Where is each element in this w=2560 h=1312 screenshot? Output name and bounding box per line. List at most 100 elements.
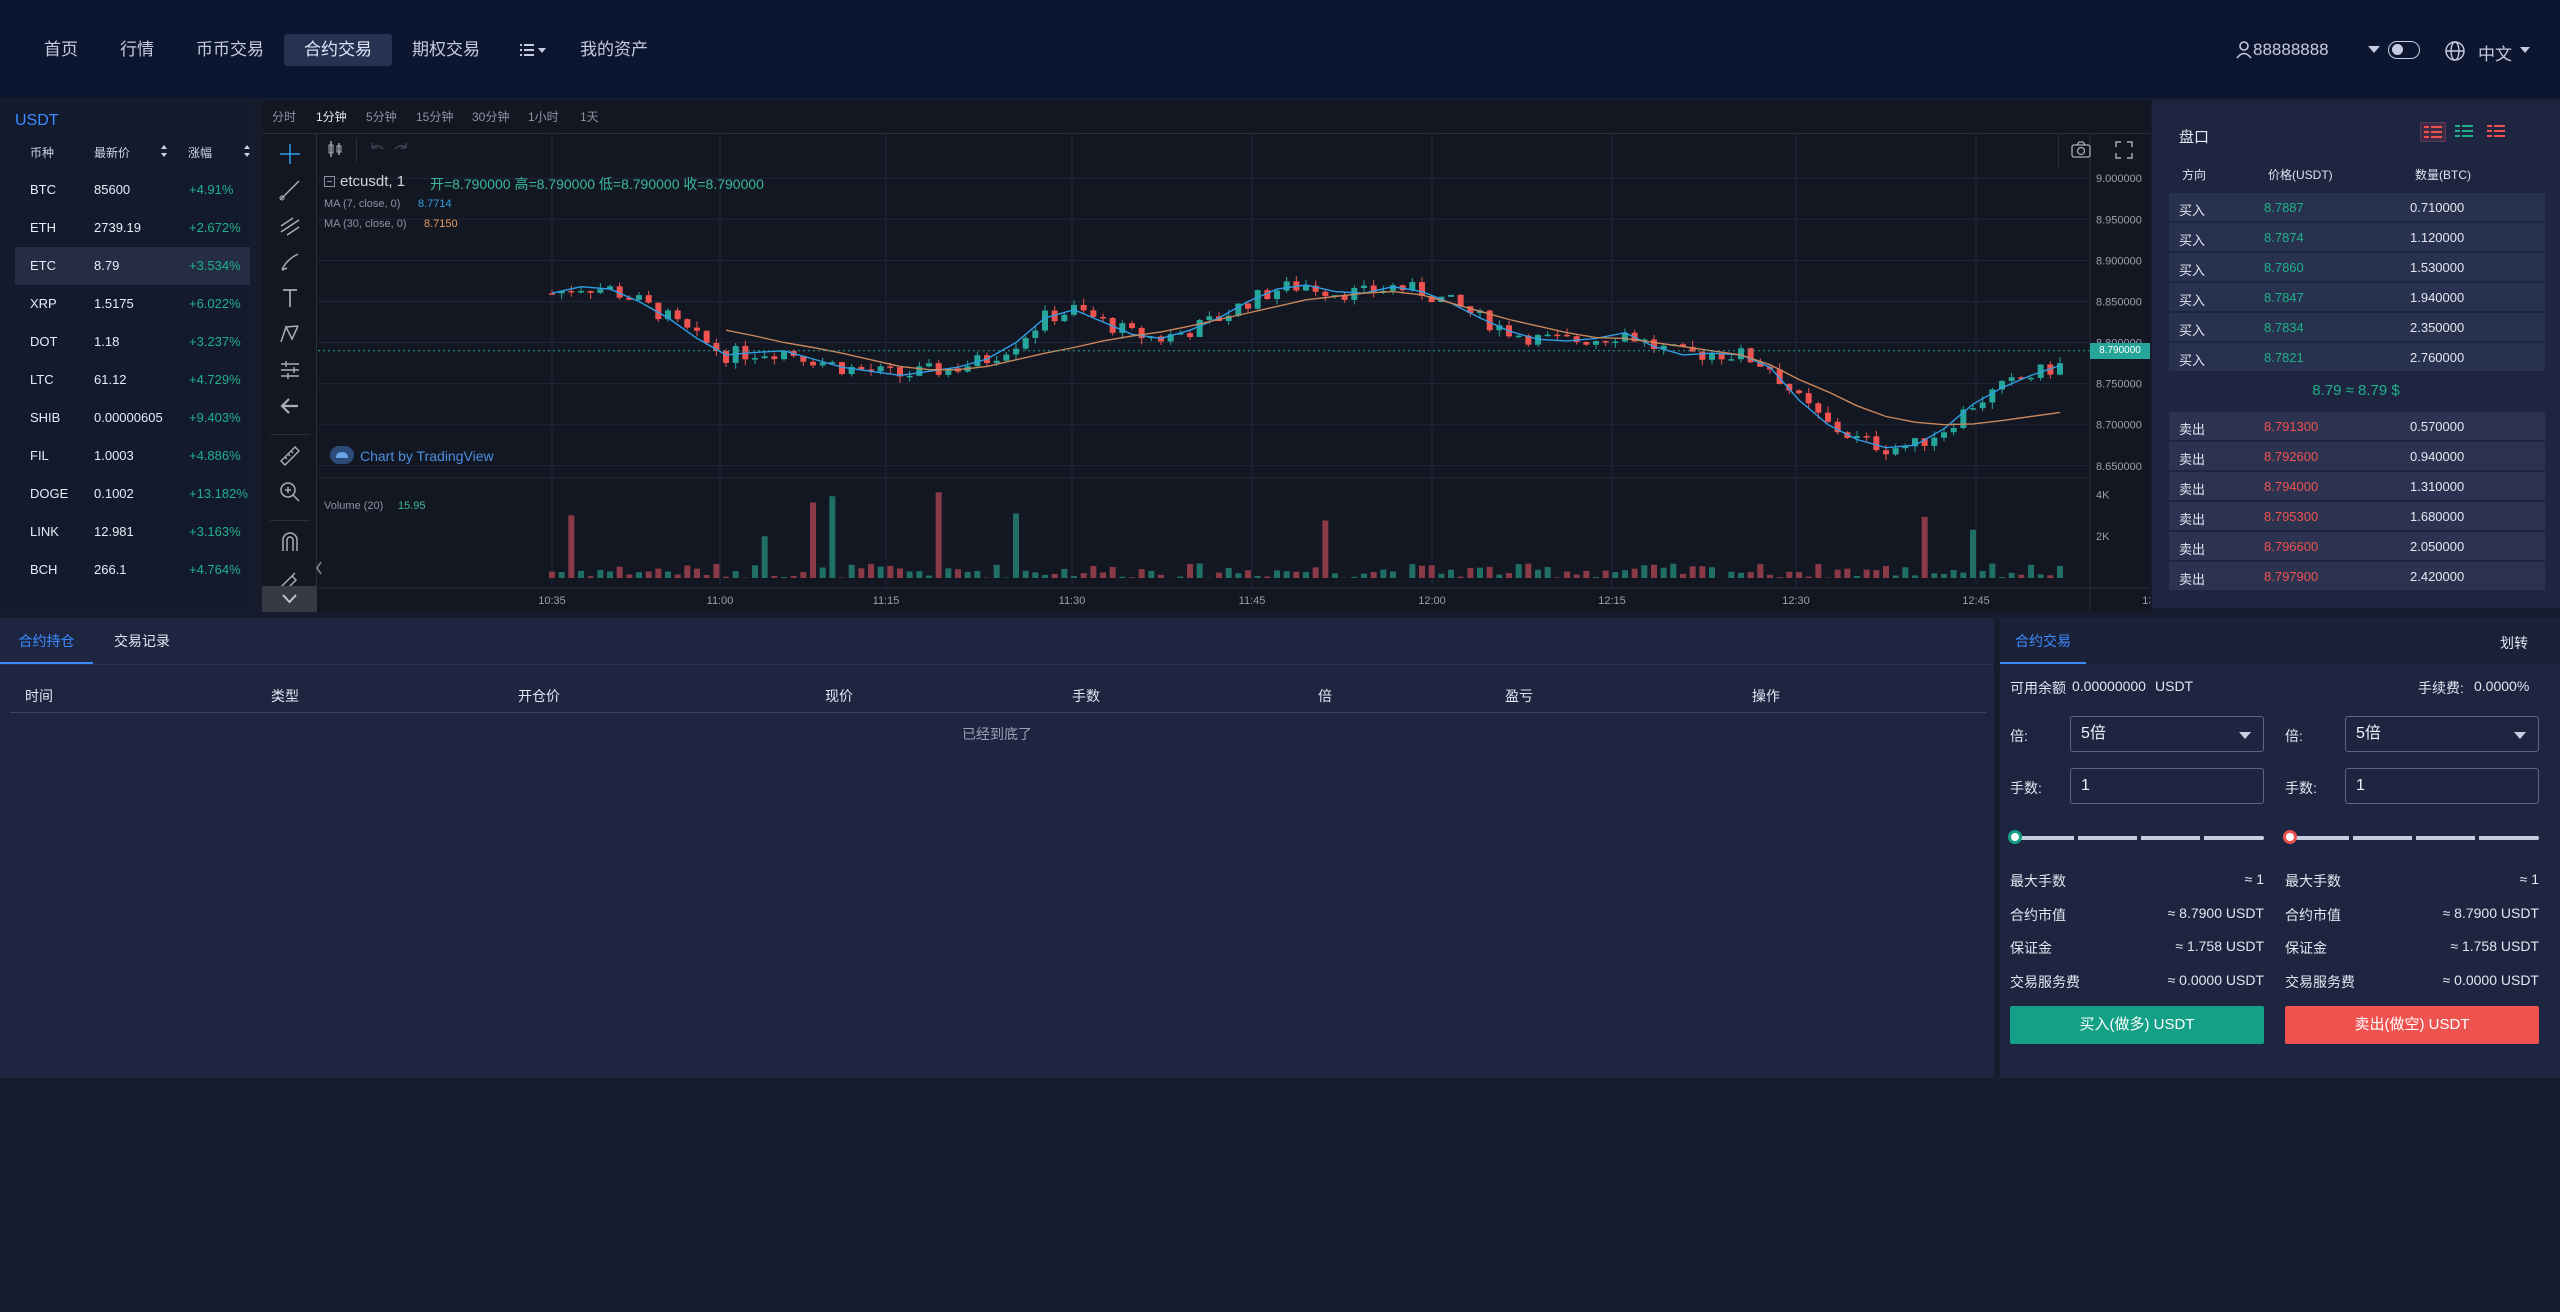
- sell-lots-slider[interactable]: [2283, 830, 2539, 844]
- crosshair-icon[interactable]: [278, 142, 302, 166]
- market-row-bch[interactable]: BCH 266.1 +4.764%: [15, 551, 250, 589]
- volume-bar: [935, 492, 942, 578]
- language-caret-icon[interactable]: [2520, 47, 2530, 53]
- market-row-doge[interactable]: DOGE 0.1002 +13.182%: [15, 475, 250, 513]
- book-sell-row[interactable]: 卖出 8.794000 1.310000: [2169, 472, 2545, 500]
- volume-bar: [1274, 570, 1280, 578]
- market-row-shib[interactable]: SHIB 0.00000605 +9.403%: [15, 399, 250, 437]
- timeframe-0[interactable]: 分时: [272, 108, 296, 125]
- chart-type-icon[interactable]: [324, 138, 346, 160]
- buy-lots-slider[interactable]: [2008, 830, 2264, 844]
- brush-icon[interactable]: [278, 250, 302, 274]
- list-menu-icon[interactable]: [518, 40, 552, 60]
- candle-body: [1892, 448, 1899, 455]
- tradingview-watermark[interactable]: Chart by TradingView: [360, 448, 494, 464]
- undo-icon[interactable]: [368, 140, 386, 163]
- magnet-icon[interactable]: [278, 530, 302, 554]
- sort-change-icon[interactable]: [243, 144, 251, 163]
- market-row-dot[interactable]: DOT 1.18 +3.237%: [15, 323, 250, 361]
- volume-bar: [1080, 573, 1087, 578]
- legend-collapse-icon[interactable]: [324, 176, 335, 187]
- buy-slider-handle[interactable]: [2008, 830, 2022, 844]
- timeframe-1[interactable]: 1分钟: [316, 108, 347, 125]
- tab-positions[interactable]: 合约持仓: [0, 626, 93, 664]
- transfer-link[interactable]: 划转: [2500, 633, 2528, 653]
- sell-leverage-value: 5倍: [2356, 725, 2381, 742]
- timeframe-2[interactable]: 5分钟: [366, 108, 397, 125]
- market-quote-title[interactable]: USDT: [15, 112, 59, 130]
- market-header-change[interactable]: 涨幅: [188, 144, 212, 161]
- book-buy-row[interactable]: 买入 8.7821 2.760000: [2169, 343, 2545, 371]
- timeframe-3[interactable]: 15分钟: [416, 108, 453, 125]
- nav-contract[interactable]: 合约交易: [284, 34, 392, 66]
- nav-options[interactable]: 期权交易: [392, 34, 500, 66]
- book-view-sell-icon[interactable]: [2484, 122, 2510, 142]
- market-row-etc[interactable]: ETC 8.79 +3.534%: [15, 247, 250, 285]
- market-row-eth[interactable]: ETH 2739.19 +2.672%: [15, 209, 250, 247]
- buy-long-button[interactable]: 买入(做多) USDT: [2010, 1006, 2264, 1044]
- book-view-both-icon[interactable]: [2420, 122, 2446, 142]
- tab-trade-history[interactable]: 交易记录: [96, 626, 188, 664]
- trend-line-icon[interactable]: [278, 178, 302, 202]
- back-arrow-icon[interactable]: [278, 394, 302, 418]
- tab-contract-trade[interactable]: 合约交易: [2000, 626, 2086, 664]
- sell-lots-input[interactable]: 1: [2345, 768, 2539, 804]
- redo-icon[interactable]: [392, 140, 410, 163]
- market-row-xrp[interactable]: XRP 1.5175 +6.022%: [15, 285, 250, 323]
- book-buy-row[interactable]: 买入 8.7874 1.120000: [2169, 223, 2545, 251]
- user-id[interactable]: 88888888: [2253, 40, 2329, 60]
- legend-volume: Volume (20): [324, 500, 384, 512]
- volume-bar: [1312, 567, 1319, 578]
- price-chart[interactable]: 9.0000008.9500008.9000008.8500008.800000…: [318, 134, 2150, 612]
- text-tool-icon[interactable]: [278, 286, 302, 310]
- market-row-btc[interactable]: BTC 85600 +4.91%: [15, 171, 250, 209]
- nav-spot[interactable]: 币币交易: [176, 34, 284, 66]
- nav-market[interactable]: 行情: [100, 34, 174, 66]
- sell-leverage-select[interactable]: 5倍: [2345, 716, 2539, 752]
- globe-icon[interactable]: [2444, 40, 2466, 62]
- sell-short-button[interactable]: 卖出(做空) USDT: [2285, 1006, 2539, 1044]
- market-row-link[interactable]: LINK 12.981 +3.163%: [15, 513, 250, 551]
- book-sell-row[interactable]: 卖出 8.792600 0.940000: [2169, 442, 2545, 470]
- book-sell-row[interactable]: 卖出 8.791300 0.570000: [2169, 412, 2545, 440]
- buy-lots-input[interactable]: 1: [2070, 768, 2264, 804]
- volume-bar: [1709, 567, 1715, 578]
- volume-bar: [1457, 576, 1464, 578]
- screenshot-icon[interactable]: [2070, 140, 2092, 165]
- buy-leverage-select[interactable]: 5倍: [2070, 716, 2264, 752]
- user-dropdown-icon[interactable]: [2368, 46, 2380, 53]
- fullscreen-icon[interactable]: [2114, 140, 2134, 165]
- sell-slider-handle[interactable]: [2283, 830, 2297, 844]
- book-buy-row[interactable]: 买入 8.7834 2.350000: [2169, 313, 2545, 341]
- market-row-ltc[interactable]: LTC 61.12 +4.729%: [15, 361, 250, 399]
- volume-bar: [887, 565, 894, 578]
- book-buy-row[interactable]: 买入 8.7847 1.940000: [2169, 283, 2545, 311]
- volume-bar: [868, 563, 874, 578]
- market-row-fil[interactable]: FIL 1.0003 +4.886%: [15, 437, 250, 475]
- theme-toggle[interactable]: [2388, 41, 2420, 59]
- fib-tool-icon[interactable]: [278, 214, 302, 238]
- timeframe-5[interactable]: 1小时: [528, 108, 559, 125]
- nav-home[interactable]: 首页: [24, 34, 98, 66]
- pattern-tool-icon[interactable]: [278, 322, 302, 346]
- measure-tool-icon[interactable]: [278, 358, 302, 382]
- sort-price-icon[interactable]: [160, 144, 168, 163]
- ruler-icon[interactable]: [278, 444, 302, 468]
- market-header-price[interactable]: 最新价: [94, 144, 130, 161]
- book-qty: 2.760000: [2410, 350, 2465, 365]
- book-buy-row[interactable]: 买入 8.7887 0.710000: [2169, 193, 2545, 221]
- book-qty: 1.680000: [2410, 509, 2465, 524]
- volume-bar: [800, 572, 807, 578]
- book-sell-row[interactable]: 卖出 8.797900 2.420000: [2169, 562, 2545, 590]
- toolbar-scroll-down[interactable]: [262, 586, 317, 612]
- timeframe-6[interactable]: 1天: [580, 108, 599, 125]
- language-selector[interactable]: 中文: [2478, 40, 2512, 65]
- price-tick-label: 8.950000: [2096, 214, 2142, 226]
- book-buy-row[interactable]: 买入 8.7860 1.530000: [2169, 253, 2545, 281]
- zoom-in-icon[interactable]: [278, 480, 302, 504]
- book-sell-row[interactable]: 卖出 8.795300 1.680000: [2169, 502, 2545, 530]
- book-sell-row[interactable]: 卖出 8.796600 2.050000: [2169, 532, 2545, 560]
- timeframe-4[interactable]: 30分钟: [472, 108, 509, 125]
- book-view-buy-icon[interactable]: [2452, 122, 2478, 142]
- nav-assets[interactable]: 我的资产: [560, 34, 668, 66]
